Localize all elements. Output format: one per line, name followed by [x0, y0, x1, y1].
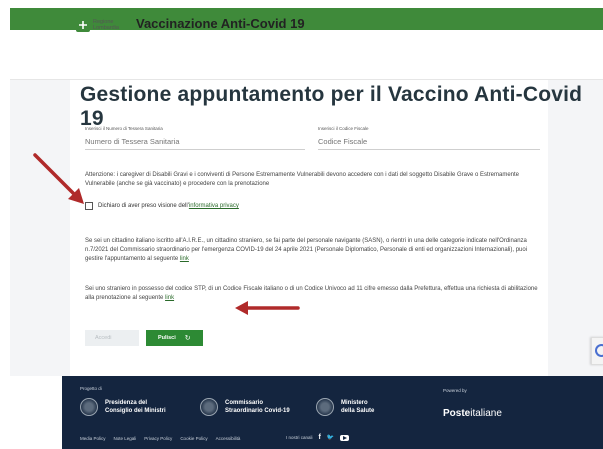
stp-text: Sei uno straniero in possesso del codice… [85, 286, 538, 301]
recaptcha-badge[interactable] [591, 337, 603, 365]
privacy-checkbox-label: Dichiaro di aver preso visione dell'info… [98, 203, 239, 209]
partner-ministero[interactable]: Ministero della Salute [316, 398, 374, 416]
login-button[interactable]: Accedi [85, 330, 139, 346]
poste-italiane-logo[interactable]: Posteitaliane [443, 408, 502, 419]
privacy-consent-row: Dichiaro di aver preso visione dell'info… [85, 202, 239, 210]
social-channels: I nostri canali f 🐦 [286, 434, 350, 441]
arrow-annotation-icon [33, 153, 84, 204]
twitter-icon[interactable]: 🐦 [327, 434, 334, 441]
arrow-annotation-icon [235, 301, 300, 315]
aire-link[interactable]: link [180, 256, 189, 262]
privacy-link[interactable]: informativa privacy [189, 203, 239, 209]
clear-button-label: Pulisci [158, 335, 176, 341]
presidenza-emblem-icon [80, 398, 98, 416]
stp-paragraph: Sei uno straniero in possesso del codice… [85, 285, 545, 303]
poste-rest: italiane [470, 408, 502, 419]
partner-ministero-line2: della Salute [341, 408, 375, 414]
footer-link-note-legali[interactable]: Note Legali [114, 436, 137, 441]
partner-presidenza-text: Presidenza del Consiglio dei Ministri [105, 399, 166, 415]
tessera-input[interactable] [85, 137, 305, 150]
footer-link-privacy-policy[interactable]: Privacy Policy [144, 436, 172, 441]
footer-link-accessibilita[interactable]: Accessibilità [216, 436, 241, 441]
footer-link-cookie-policy[interactable]: Cookie Policy [180, 436, 207, 441]
partner-commissario[interactable]: Commissario Straordinario Covid-19 [200, 398, 290, 416]
partner-presidenza-line2: Consiglio dei Ministri [105, 408, 166, 414]
partner-ministero-text: Ministero della Salute [341, 399, 374, 415]
partner-ministero-line1: Ministero [341, 400, 368, 406]
footer-link-media-policy[interactable]: Media Policy [80, 436, 106, 441]
partner-presidenza[interactable]: Presidenza del Consiglio dei Ministri [80, 398, 166, 416]
page-title: Gestione appuntamento per il Vaccino Ant… [80, 83, 583, 130]
caregiver-notice: Attenzione: i caregiver di Disabili Grav… [85, 172, 519, 187]
aire-paragraph: Se sei un cittadino italiano iscritto al… [85, 237, 545, 264]
clear-button[interactable]: Pulisci ↻ [146, 330, 203, 346]
facebook-icon[interactable]: f [319, 434, 321, 441]
logo-line2: Lombardia [93, 25, 119, 31]
refresh-icon: ↻ [184, 335, 191, 342]
poste-bold: Poste [443, 408, 471, 419]
channels-label: I nostri canali [286, 435, 313, 440]
codice-fiscale-input[interactable] [318, 137, 540, 150]
powered-by-label: Powered by [443, 388, 467, 393]
top-strip [0, 0, 603, 6]
footer-links: Media Policy Note Legali Privacy Policy … [80, 436, 240, 441]
partner-commissario-text: Commissario Straordinario Covid-19 [225, 399, 290, 415]
partner-commissario-line1: Commissario [225, 400, 264, 406]
project-label: Progetto di [80, 386, 102, 391]
lombardia-cross-icon [76, 18, 90, 32]
ministero-emblem-icon [316, 398, 334, 416]
regione-lombardia-logo[interactable]: Regione Lombardia [76, 18, 126, 32]
codice-fiscale-label: Inserisci il Codice Fiscale [318, 126, 369, 131]
stp-link[interactable]: link [165, 295, 174, 301]
privacy-text: Dichiaro di aver preso visione dell' [98, 203, 189, 209]
site-header [10, 30, 603, 80]
logo-text: Regione Lombardia [93, 19, 119, 31]
commissario-emblem-icon [200, 398, 218, 416]
partner-commissario-line2: Straordinario Covid-19 [225, 408, 290, 414]
partner-presidenza-line1: Presidenza del [105, 400, 148, 406]
youtube-icon[interactable] [340, 434, 350, 441]
app-title: Vaccinazione Anti-Covid 19 [136, 16, 305, 31]
tessera-label: Inserisci il Numero di Tessera Sanitaria [85, 126, 163, 131]
aire-text: Se sei un cittadino italiano iscritto al… [85, 238, 528, 262]
